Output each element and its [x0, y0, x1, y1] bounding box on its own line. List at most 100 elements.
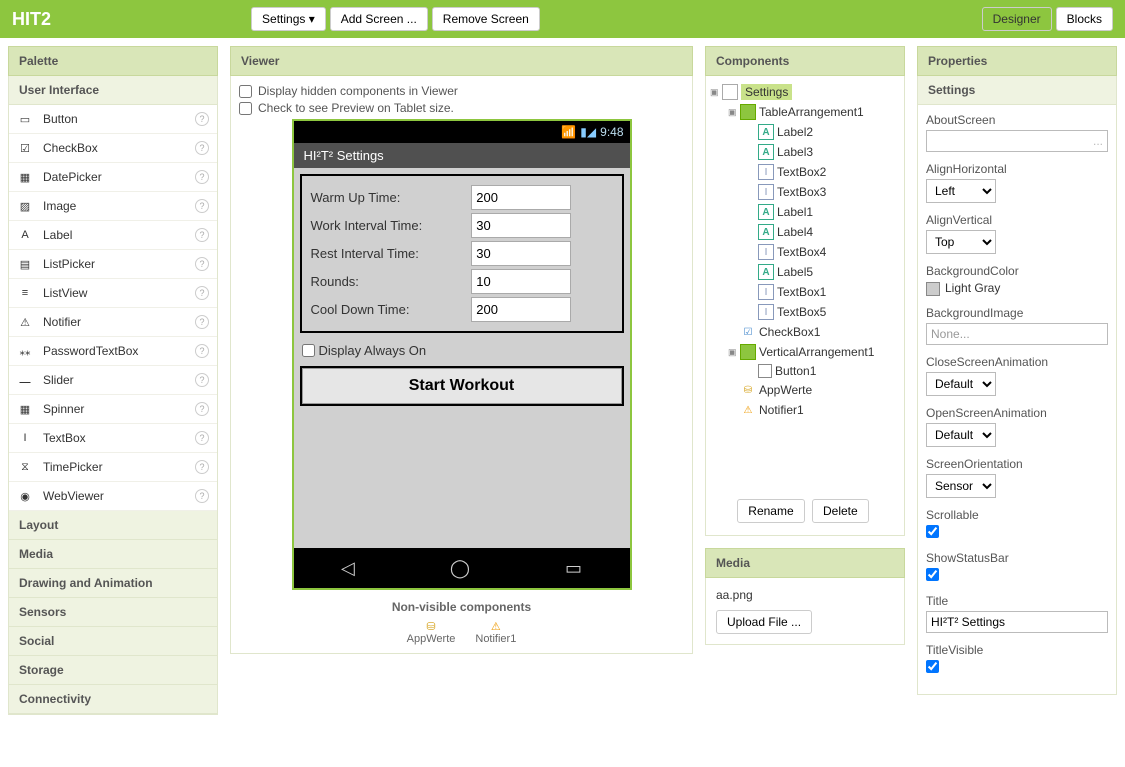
palette-cat-social[interactable]: Social	[9, 627, 217, 656]
tree-textbox4[interactable]: ITextBox4	[710, 242, 900, 262]
prop-aboutscreen-input[interactable]: ...	[926, 130, 1108, 152]
palette-cat-layout[interactable]: Layout	[9, 511, 217, 540]
help-icon[interactable]: ?	[195, 228, 209, 242]
viewer-opt-tablet[interactable]: Check to see Preview on Tablet size.	[239, 101, 684, 115]
screens-dropdown[interactable]: Settings ▾	[251, 7, 326, 31]
add-screen-button[interactable]: Add Screen ...	[330, 7, 428, 31]
prop-title-input[interactable]	[926, 611, 1108, 633]
help-icon[interactable]: ?	[195, 431, 209, 445]
tree-label1[interactable]: ALabel1	[710, 202, 900, 222]
tree-appwerte[interactable]: ⛁AppWerte	[710, 380, 900, 400]
palette-cat-storage[interactable]: Storage	[9, 656, 217, 685]
tree-label2[interactable]: ALabel2	[710, 122, 900, 142]
palette-item-webviewer[interactable]: ◉WebViewer?	[9, 482, 217, 511]
field-input[interactable]	[471, 269, 571, 294]
palette-item-checkbox[interactable]: ☑CheckBox?	[9, 134, 217, 163]
prop-scrollable-checkbox[interactable]	[926, 525, 939, 538]
prop-openanim-select[interactable]: Default	[926, 423, 996, 447]
tree-textbox1[interactable]: ITextBox1	[710, 282, 900, 302]
tree-label5[interactable]: ALabel5	[710, 262, 900, 282]
help-icon[interactable]: ?	[195, 286, 209, 300]
designer-tab[interactable]: Designer	[982, 7, 1052, 31]
help-icon[interactable]: ?	[195, 170, 209, 184]
home-icon[interactable]: ◯	[450, 558, 470, 579]
help-icon[interactable]: ?	[195, 199, 209, 213]
palette-cat-media[interactable]: Media	[9, 540, 217, 569]
component-icon: ▦	[17, 401, 33, 417]
field-input[interactable]	[471, 185, 571, 210]
field-input[interactable]	[471, 241, 571, 266]
tree-notifier1[interactable]: ⚠Notifier1	[710, 400, 900, 420]
tree-textbox5[interactable]: ITextBox5	[710, 302, 900, 322]
back-icon[interactable]: ◁	[341, 558, 355, 579]
field-input[interactable]	[471, 297, 571, 322]
tree-label4[interactable]: ALabel4	[710, 222, 900, 242]
palette-item-passwordtextbox[interactable]: ⁎⁎PasswordTextBox?	[9, 337, 217, 366]
tree-root-settings[interactable]: ▣Settings	[710, 82, 900, 102]
tree-verticalarrangement[interactable]: ▣VerticalArrangement1	[710, 342, 900, 362]
tree-label3[interactable]: ALabel3	[710, 142, 900, 162]
hidden-checkbox[interactable]	[239, 85, 252, 98]
prop-orient-select[interactable]: Sensor	[926, 474, 996, 498]
field-input[interactable]	[471, 213, 571, 238]
label-icon: A	[758, 264, 774, 280]
media-file[interactable]: aa.png	[716, 588, 894, 602]
help-icon[interactable]: ?	[195, 344, 209, 358]
tree-textbox2[interactable]: ITextBox2	[710, 162, 900, 182]
nonvisible-appwerte[interactable]: ⛁AppWerte	[407, 620, 456, 645]
palette-item-notifier[interactable]: ⚠Notifier?	[9, 308, 217, 337]
palette-item-spinner[interactable]: ▦Spinner?	[9, 395, 217, 424]
help-icon[interactable]: ?	[195, 141, 209, 155]
prop-statusbar-label: ShowStatusBar	[926, 551, 1108, 565]
tree-textbox3[interactable]: ITextBox3	[710, 182, 900, 202]
palette-section[interactable]: User Interface	[8, 76, 218, 105]
palette-item-slider[interactable]: ⎼Slider?	[9, 366, 217, 395]
table-arrangement[interactable]: Warm Up Time:Work Interval Time:Rest Int…	[300, 174, 624, 333]
prop-statusbar-checkbox[interactable]	[926, 568, 939, 581]
nonvisible-notifier[interactable]: ⚠Notifier1	[475, 620, 516, 645]
remove-screen-button[interactable]: Remove Screen	[432, 7, 540, 31]
phone-nav-bar: ◁ ◯ ▭	[294, 548, 630, 588]
help-icon[interactable]: ?	[195, 402, 209, 416]
tree-tablearrangement[interactable]: ▣TableArrangement1	[710, 102, 900, 122]
palette-item-listview[interactable]: ≡ListView?	[9, 279, 217, 308]
viewer-opt-hidden[interactable]: Display hidden components in Viewer	[239, 84, 684, 98]
palette-item-textbox[interactable]: ITextBox?	[9, 424, 217, 453]
recent-icon[interactable]: ▭	[565, 558, 582, 579]
upload-file-button[interactable]: Upload File ...	[716, 610, 812, 634]
help-icon[interactable]: ?	[195, 489, 209, 503]
tree-checkbox1[interactable]: ☑CheckBox1	[710, 322, 900, 342]
help-icon[interactable]: ?	[195, 373, 209, 387]
prop-bgcolor-value[interactable]: Light Gray	[926, 281, 1108, 296]
component-icon: ☑	[17, 140, 33, 156]
start-workout-button[interactable]: Start Workout	[302, 368, 622, 404]
vertical-arrangement[interactable]: Start Workout	[300, 366, 624, 406]
prop-closeanim-select[interactable]: Default	[926, 372, 996, 396]
prop-alignv-select[interactable]: Top	[926, 230, 996, 254]
prop-alignh-select[interactable]: Left	[926, 179, 996, 203]
palette-item-image[interactable]: ▨Image?	[9, 192, 217, 221]
tree-button1[interactable]: Button1	[710, 362, 900, 380]
palette-cat-drawing-and-animation[interactable]: Drawing and Animation	[9, 569, 217, 598]
help-icon[interactable]: ?	[195, 460, 209, 474]
palette-item-datepicker[interactable]: ▦DatePicker?	[9, 163, 217, 192]
help-icon[interactable]: ?	[195, 315, 209, 329]
delete-button[interactable]: Delete	[812, 499, 869, 523]
palette-item-listpicker[interactable]: ▤ListPicker?	[9, 250, 217, 279]
tablet-checkbox[interactable]	[239, 102, 252, 115]
prop-bgimage-input[interactable]: None...	[926, 323, 1108, 345]
palette-cat-sensors[interactable]: Sensors	[9, 598, 217, 627]
prop-titlevis-checkbox[interactable]	[926, 660, 939, 673]
rename-button[interactable]: Rename	[737, 499, 804, 523]
prop-titlevis-label: TitleVisible	[926, 643, 1108, 657]
top-bar: HIT2 Settings ▾ Add Screen ... Remove Sc…	[0, 0, 1125, 38]
palette-item-label[interactable]: ALabel?	[9, 221, 217, 250]
help-icon[interactable]: ?	[195, 257, 209, 271]
screen-icon	[722, 84, 738, 100]
blocks-tab[interactable]: Blocks	[1056, 7, 1113, 31]
palette-cat-connectivity[interactable]: Connectivity	[9, 685, 217, 714]
palette-item-button[interactable]: ▭Button?	[9, 105, 217, 134]
display-always-checkbox[interactable]: Display Always On	[302, 343, 622, 358]
help-icon[interactable]: ?	[195, 112, 209, 126]
palette-item-timepicker[interactable]: ⧖TimePicker?	[9, 453, 217, 482]
